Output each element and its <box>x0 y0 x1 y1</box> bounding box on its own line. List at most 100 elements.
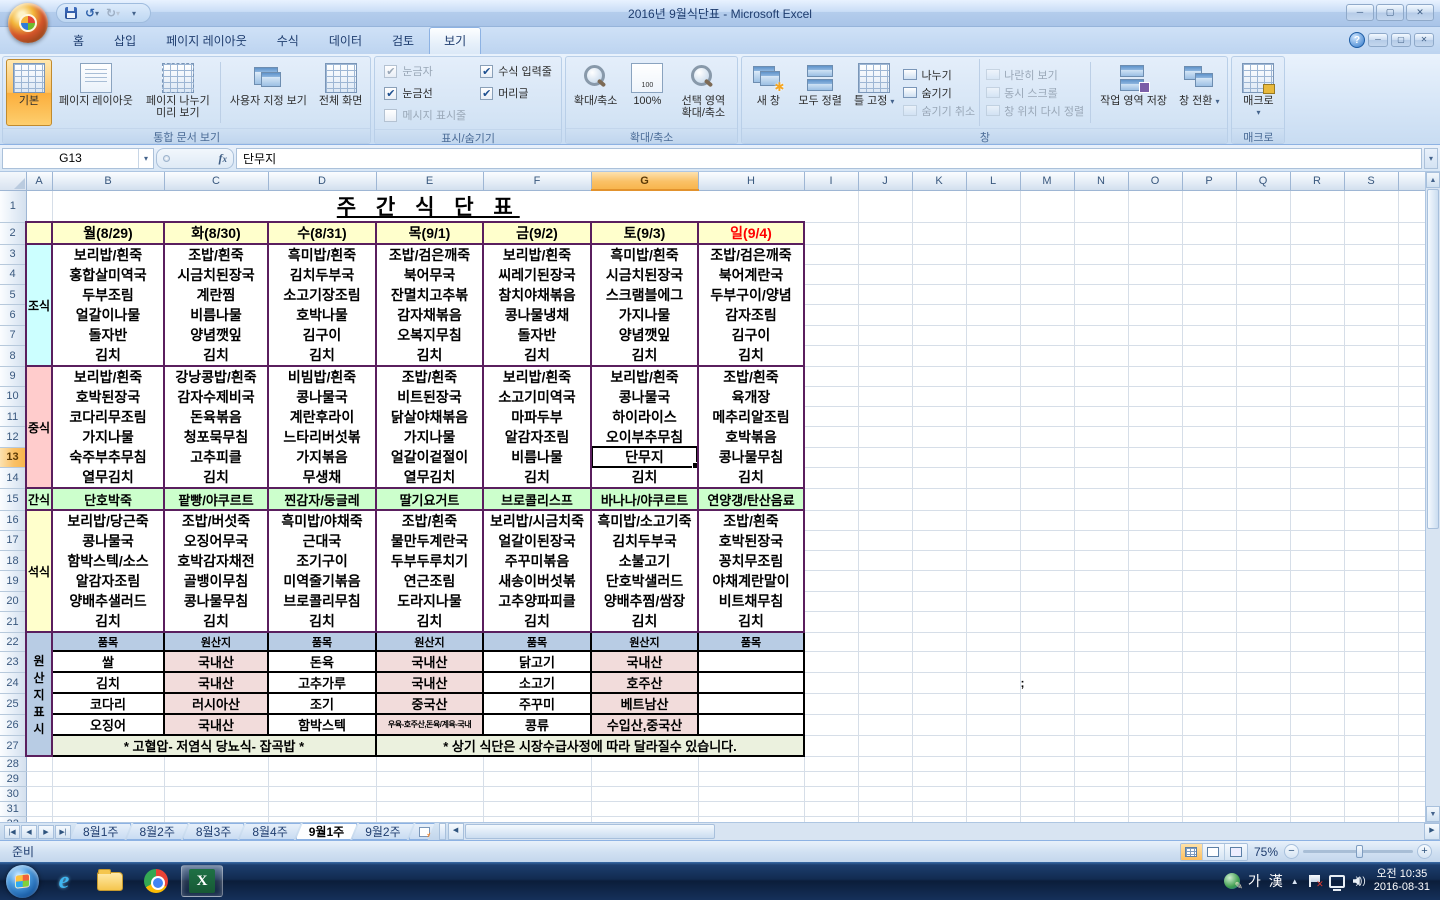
empty-cell[interactable] <box>1020 510 1075 531</box>
day-header[interactable]: 월(8/29) <box>51 221 165 245</box>
empty-cell[interactable] <box>966 550 1021 572</box>
empty-cell[interactable] <box>1236 714 1291 736</box>
empty-cell[interactable] <box>1020 550 1075 572</box>
ribbon-tab-보기[interactable]: 보기 <box>429 27 482 54</box>
empty-cell[interactable] <box>1398 222 1427 245</box>
empty-cell[interactable] <box>26 786 53 802</box>
empty-cell[interactable] <box>1398 488 1427 511</box>
row-label-origin[interactable]: 원산지표시 <box>25 631 53 757</box>
empty-cell[interactable] <box>1182 651 1237 673</box>
origin-item-cell[interactable]: 주꾸미 <box>482 692 592 715</box>
scroll-left-icon[interactable]: ◀ <box>447 823 464 840</box>
empty-cell[interactable] <box>966 756 1021 772</box>
help-button[interactable]: ? <box>1349 32 1365 48</box>
empty-cell[interactable] <box>1344 550 1399 572</box>
empty-cell[interactable] <box>1344 190 1399 223</box>
empty-cell[interactable] <box>1236 651 1291 673</box>
empty-cell[interactable] <box>966 467 1021 489</box>
empty-cell[interactable] <box>1074 222 1129 245</box>
empty-cell[interactable] <box>912 222 967 245</box>
empty-cell[interactable] <box>1398 467 1427 489</box>
origin-value-cell[interactable]: 국내산 <box>163 671 269 694</box>
empty-cell[interactable] <box>858 447 913 469</box>
empty-cell[interactable] <box>1020 467 1075 489</box>
empty-cell[interactable] <box>1020 264 1075 286</box>
empty-cell[interactable] <box>1182 488 1237 511</box>
empty-cell[interactable] <box>912 488 967 511</box>
empty-cell[interactable] <box>1398 672 1427 694</box>
empty-cell[interactable] <box>912 426 967 448</box>
empty-cell[interactable] <box>268 786 377 802</box>
empty-cell[interactable] <box>912 264 967 286</box>
empty-cell[interactable] <box>1074 386 1129 408</box>
empty-cell[interactable] <box>1236 693 1291 715</box>
empty-cell[interactable] <box>1128 190 1183 223</box>
empty-cell[interactable] <box>1128 771 1183 787</box>
empty-cell[interactable] <box>1128 611 1183 633</box>
empty-cell[interactable] <box>1128 264 1183 286</box>
empty-cell[interactable] <box>1182 244 1237 265</box>
empty-cell[interactable] <box>912 304 967 326</box>
empty-cell[interactable] <box>1182 756 1237 772</box>
empty-cell[interactable] <box>1182 771 1237 787</box>
row-header-6[interactable]: 6 <box>0 304 27 326</box>
empty-cell[interactable] <box>1020 447 1075 469</box>
col-header-M[interactable]: M <box>1020 172 1075 191</box>
empty-cell[interactable] <box>1182 467 1237 489</box>
empty-cell[interactable] <box>1182 611 1237 633</box>
menu-cell[interactable]: 조밥/흰죽 육개장 메추리알조림 호박볶음 콩나물무침 김치 <box>697 365 805 489</box>
zoom-slider-track[interactable] <box>1303 845 1413 858</box>
origin-value-cell[interactable]: 수입산,중국산 <box>590 713 699 736</box>
empty-cell[interactable] <box>858 426 913 448</box>
row-label-중식[interactable]: 중식 <box>25 365 53 489</box>
origin-header-cell[interactable]: 원산지 <box>590 631 699 652</box>
empty-cell[interactable] <box>1290 386 1345 408</box>
empty-cell[interactable] <box>1398 756 1427 772</box>
empty-cell[interactable] <box>1290 632 1345 652</box>
empty-cell[interactable] <box>1398 714 1427 736</box>
checkbox-수식 입력줄[interactable]: ✔ 수식 입력줄 <box>480 63 552 79</box>
empty-cell[interactable] <box>1236 284 1291 306</box>
col-header-E[interactable]: E <box>376 172 484 191</box>
custom-views-button[interactable]: 사용자 지정 보기 <box>225 59 312 126</box>
row-header-24[interactable]: 24 <box>0 672 27 694</box>
empty-cell[interactable] <box>483 771 592 787</box>
empty-cell[interactable] <box>804 672 859 694</box>
empty-cell[interactable] <box>1128 284 1183 306</box>
empty-cell[interactable] <box>912 570 967 592</box>
empty-cell[interactable] <box>591 801 699 817</box>
origin-item-cell[interactable]: 쌀 <box>51 650 165 673</box>
empty-cell[interactable] <box>804 771 859 787</box>
empty-cell[interactable] <box>1290 801 1345 817</box>
ribbon-tab-검토[interactable]: 검토 <box>377 27 429 54</box>
empty-cell[interactable] <box>1182 190 1237 223</box>
col-header-I[interactable]: I <box>804 172 859 191</box>
empty-cell[interactable] <box>858 325 913 347</box>
menu-cell[interactable]: 조밥/흰죽 물만두계란국 두부두루치기 연근조림 도라지나물 김치 <box>375 509 484 633</box>
empty-cell[interactable] <box>1020 651 1075 673</box>
empty-cell[interactable] <box>1020 735 1075 757</box>
empty-cell[interactable] <box>1398 510 1427 531</box>
note-disclaimer[interactable]: * 상기 식단은 시장수급사정에 따라 달라질수 있습니다. <box>375 734 805 757</box>
row-header-8[interactable]: 8 <box>0 345 27 367</box>
empty-cell[interactable] <box>1398 771 1427 787</box>
empty-cell[interactable] <box>1020 325 1075 347</box>
row-header-27[interactable]: 27 <box>0 735 27 757</box>
empty-cell[interactable] <box>1020 714 1075 736</box>
empty-cell[interactable] <box>1344 406 1399 428</box>
empty-cell[interactable] <box>966 244 1021 265</box>
menu-cell[interactable]: 흑미밥/소고기죽 김치두부국 소불고기 단호박샐러드 양배추찜/쌈장 김치 <box>590 509 699 633</box>
empty-cell[interactable] <box>1344 591 1399 613</box>
empty-cell[interactable] <box>1344 325 1399 347</box>
empty-cell[interactable] <box>1344 714 1399 736</box>
ime-tool-icon[interactable] <box>1223 873 1243 892</box>
empty-cell[interactable] <box>1290 510 1345 531</box>
empty-cell[interactable] <box>1236 304 1291 326</box>
first-sheet-icon[interactable]: |◀ <box>4 824 20 839</box>
row-label-간식[interactable]: 간식 <box>25 487 53 511</box>
empty-cell[interactable] <box>804 467 859 489</box>
empty-cell[interactable] <box>804 786 859 802</box>
empty-cell[interactable] <box>858 488 913 511</box>
origin-item-cell[interactable]: 콩류 <box>482 713 592 736</box>
origin-header-cell[interactable]: 원산지 <box>163 631 269 652</box>
